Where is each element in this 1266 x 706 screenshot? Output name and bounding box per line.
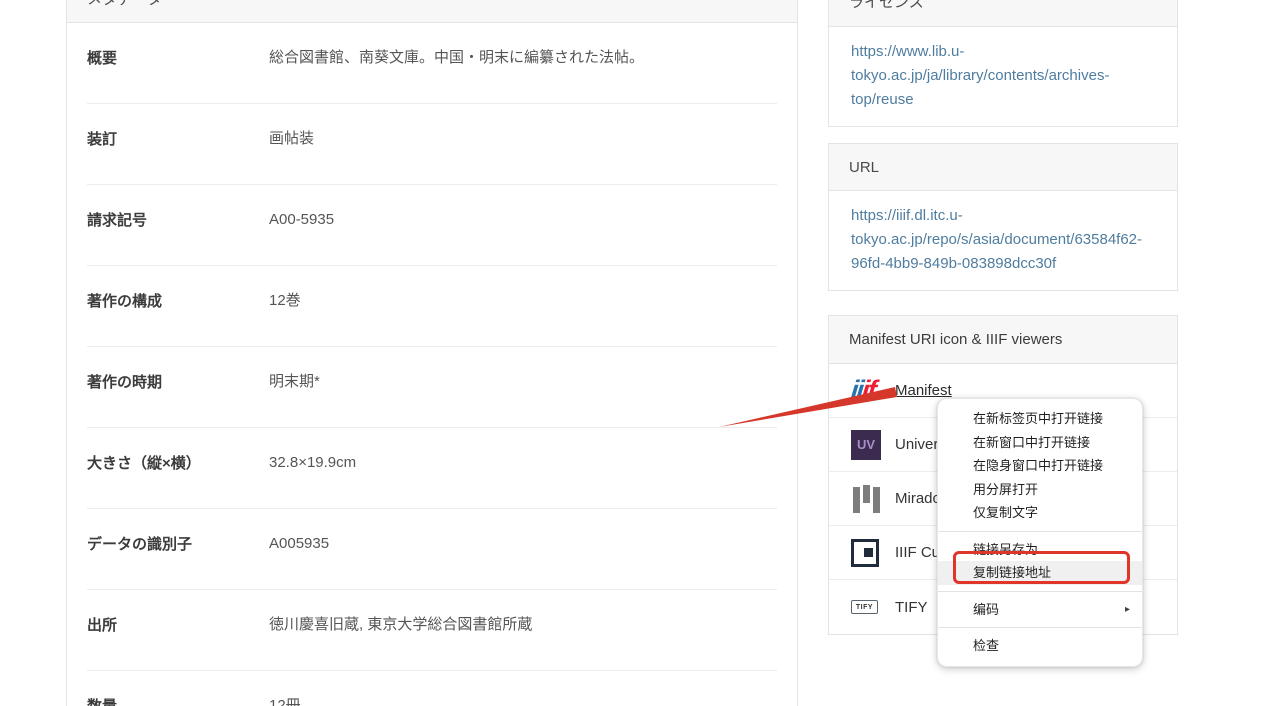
metadata-table: 概要 総合図書館、南葵文庫。中国・明末に編纂された法帖。 装訂 画帖装 請求記号… (67, 23, 797, 706)
submenu-arrow-icon: ▸ (1125, 598, 1142, 622)
viewer-item-label[interactable]: Manifest (895, 382, 952, 399)
table-row: 請求記号 A00-5935 (87, 185, 777, 266)
row-label: データの識別子 (87, 533, 269, 589)
row-value: 明末期* (269, 371, 777, 427)
context-menu: 在新标签页中打开链接 在新窗口中打开链接 在隐身窗口中打开链接 用分屏打开 仅复… (937, 398, 1143, 667)
menu-item-open-link-new-window[interactable]: 在新窗口中打开链接 (938, 431, 1142, 455)
menu-item-open-split-screen[interactable]: 用分屏打开 (938, 478, 1142, 502)
table-row: 著作の構成 12巻 (87, 266, 777, 347)
row-label: 著作の構成 (87, 290, 269, 346)
menu-item-open-link-new-tab[interactable]: 在新标签页中打开链接 (938, 407, 1142, 431)
row-label: 装訂 (87, 128, 269, 184)
viewers-panel-title: Manifest URI icon & IIIF viewers (849, 331, 1062, 348)
row-label: 数量 (87, 695, 269, 706)
manifest-url-link[interactable]: https://iiif.dl.itc.u-tokyo.ac.jp/repo/s… (851, 204, 1155, 276)
metadata-panel-header: メタデータ (67, 0, 797, 23)
row-label: 出所 (87, 614, 269, 670)
row-value: 32.8×19.9cm (269, 452, 777, 508)
table-row: 著作の時期 明末期* (87, 347, 777, 428)
menu-item-encoding[interactable]: 编码 ▸ (938, 598, 1142, 622)
iiif-curation-viewer-icon (851, 539, 885, 567)
page: メタデータ 概要 総合図書館、南葵文庫。中国・明末に編纂された法帖。 装訂 画帖… (0, 0, 1266, 706)
row-label: 大きさ（縦×横） (87, 452, 269, 508)
url-panel: URL https://iiif.dl.itc.u-tokyo.ac.jp/re… (828, 143, 1178, 291)
license-panel-title: ライセンス (849, 0, 924, 12)
row-value: 12冊 (269, 695, 777, 706)
row-label: 概要 (87, 47, 269, 103)
menu-separator (938, 627, 1142, 628)
license-panel: ライセンス https://www.lib.u-tokyo.ac.jp/ja/l… (828, 0, 1178, 127)
table-row: 装訂 画帖装 (87, 104, 777, 185)
metadata-panel-title: メタデータ (87, 0, 162, 9)
url-panel-title: URL (849, 159, 879, 176)
menu-item-inspect[interactable]: 检查 (938, 634, 1142, 658)
row-value: A00-5935 (269, 209, 777, 265)
row-value: 徳川慶喜旧蔵, 東京大学総合図書館所蔵 (269, 614, 777, 670)
table-row: 概要 総合図書館、南葵文庫。中国・明末に編纂された法帖。 (87, 23, 777, 104)
universal-viewer-icon: UV (851, 430, 885, 460)
row-label: 著作の時期 (87, 371, 269, 427)
table-row: 出所 徳川慶喜旧蔵, 東京大学総合図書館所蔵 (87, 590, 777, 671)
row-value: 総合図書館、南葵文庫。中国・明末に編纂された法帖。 (269, 47, 777, 103)
row-label: 請求記号 (87, 209, 269, 265)
iiif-logo-icon: iiif (851, 377, 885, 404)
menu-separator (938, 591, 1142, 592)
viewer-item-label[interactable]: TIFY (895, 599, 928, 616)
metadata-panel: メタデータ 概要 総合図書館、南葵文庫。中国・明末に編纂された法帖。 装訂 画帖… (66, 0, 798, 706)
table-row: 大きさ（縦×横） 32.8×19.9cm (87, 428, 777, 509)
menu-item-copy-link-address[interactable]: 复制链接地址 (938, 561, 1142, 585)
menu-item-open-link-incognito[interactable]: 在隐身窗口中打开链接 (938, 454, 1142, 478)
viewers-panel-header: Manifest URI icon & IIIF viewers (829, 316, 1177, 364)
tify-icon: TIFY (851, 600, 885, 614)
menu-item-copy-text-only[interactable]: 仅复制文字 (938, 501, 1142, 525)
table-row: 数量 12冊 (87, 671, 777, 706)
license-panel-header: ライセンス (829, 0, 1177, 27)
viewer-item-label[interactable]: Mirado (895, 490, 941, 507)
row-value: 12巻 (269, 290, 777, 346)
menu-separator (938, 531, 1142, 532)
license-link[interactable]: https://www.lib.u-tokyo.ac.jp/ja/library… (851, 40, 1155, 112)
url-panel-header: URL (829, 144, 1177, 191)
row-value: 画帖装 (269, 128, 777, 184)
table-row: データの識別子 A005935 (87, 509, 777, 590)
row-value: A005935 (269, 533, 777, 589)
menu-item-save-link-as[interactable]: 链接另存为 (938, 538, 1142, 562)
mirador-icon (851, 484, 885, 514)
